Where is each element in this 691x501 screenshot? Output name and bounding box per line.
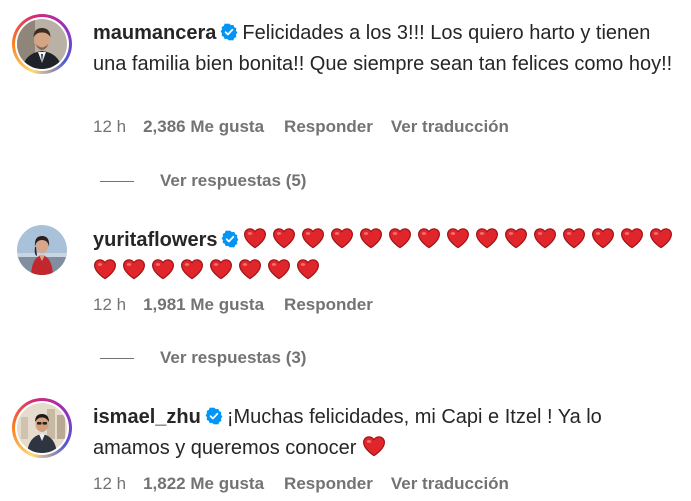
heart-emoji-icon	[301, 227, 325, 249]
heart-emoji-icon	[238, 258, 262, 280]
comment-body: ismael_zhu ¡Muchas felicidades, mi Capi e…	[93, 402, 683, 464]
likes-count[interactable]: 1,981 Me gusta	[143, 295, 264, 315]
heart-emoji-icon	[296, 258, 320, 280]
heart-emoji-icon	[209, 258, 233, 280]
heart-emoji-icon	[330, 227, 354, 249]
avatar-container[interactable]	[12, 220, 72, 280]
username[interactable]: ismael_zhu	[93, 406, 201, 428]
heart-emoji-icon	[446, 227, 470, 249]
profile-photo-man-city-icon	[17, 403, 67, 453]
likes-count[interactable]: 1,822 Me gusta	[143, 474, 264, 494]
heart-emoji-icon	[475, 227, 499, 249]
verified-badge-icon	[205, 407, 223, 425]
view-replies-button[interactable]: Ver respuestas (5)	[100, 171, 306, 191]
heart-emoji-icon	[180, 258, 204, 280]
comment-meta: 12 h 1,822 Me gusta Responder Ver traduc…	[93, 474, 509, 494]
heart-emoji-icon	[272, 227, 296, 249]
view-replies-label: Ver respuestas (3)	[160, 348, 307, 367]
translate-button[interactable]: Ver traducción	[391, 474, 509, 494]
timestamp[interactable]: 12 h	[93, 117, 126, 137]
reply-button[interactable]: Responder	[284, 295, 373, 315]
verified-badge-icon	[221, 230, 239, 248]
timestamp[interactable]: 12 h	[93, 474, 126, 494]
avatar-story-ring[interactable]	[12, 14, 72, 74]
heart-emoji-icon	[591, 227, 615, 249]
username[interactable]: yuritaflowers	[93, 229, 217, 251]
heart-emoji-icon	[267, 258, 291, 280]
reply-button[interactable]: Responder	[284, 474, 373, 494]
timestamp[interactable]: 12 h	[93, 295, 126, 315]
heart-emoji-icon	[417, 227, 441, 249]
heart-emoji-icon	[362, 435, 386, 457]
profile-photo-woman-red-dress-icon	[17, 225, 67, 275]
likes-count[interactable]: 2,386 Me gusta	[143, 117, 264, 137]
comment-body: maumancera Felicidades a los 3!!! Los qui…	[93, 18, 683, 80]
verified-badge-icon	[220, 23, 238, 41]
comment-body: yuritaflowers	[93, 225, 683, 287]
heart-emoji-icon	[93, 258, 117, 280]
divider-line	[100, 180, 134, 182]
heart-emoji-icon	[533, 227, 557, 249]
heart-emoji-icon	[151, 258, 175, 280]
translate-button[interactable]: Ver traducción	[391, 117, 509, 137]
username[interactable]: maumancera	[93, 22, 216, 44]
heart-emoji-icon	[649, 227, 673, 249]
heart-emoji-icon	[359, 227, 383, 249]
comment-meta: 12 h 1,981 Me gusta Responder	[93, 295, 391, 315]
profile-photo-man-suit-icon	[17, 19, 67, 69]
reply-button[interactable]: Responder	[284, 117, 373, 137]
view-replies-label: Ver respuestas (5)	[160, 171, 307, 190]
divider-line	[100, 357, 134, 359]
heart-emoji-icon	[243, 227, 267, 249]
view-replies-button[interactable]: Ver respuestas (3)	[100, 348, 306, 368]
heart-emoji-icon	[388, 227, 412, 249]
heart-emoji-icon	[620, 227, 644, 249]
avatar-story-ring[interactable]	[12, 398, 72, 458]
comment-meta: 12 h 2,386 Me gusta Responder Ver traduc…	[93, 117, 509, 137]
heart-emoji-icon	[122, 258, 146, 280]
heart-emoji-icon	[504, 227, 528, 249]
heart-emoji-icon	[562, 227, 586, 249]
